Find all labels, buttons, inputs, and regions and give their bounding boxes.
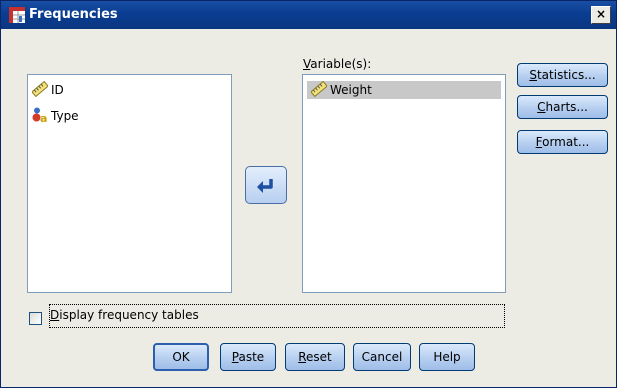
item-label: Weight xyxy=(330,83,372,97)
source-variable-list[interactable]: ID a Type xyxy=(27,74,232,293)
frequencies-app-icon xyxy=(9,7,25,23)
target-variable-list[interactable]: Weight xyxy=(302,74,506,293)
title-bar[interactable]: Frequencies × xyxy=(1,1,616,29)
display-frequency-tables-label[interactable]: Display frequency tables xyxy=(50,308,199,322)
list-item[interactable]: a Type xyxy=(32,107,79,125)
format-button[interactable]: Format... xyxy=(517,130,608,154)
item-label: Type xyxy=(51,109,79,123)
paste-button[interactable]: Paste xyxy=(220,343,276,371)
frequencies-dialog: Frequencies × ID a Type Variable(s): Wei… xyxy=(0,0,617,388)
cancel-button[interactable]: Cancel xyxy=(353,343,411,371)
help-button[interactable]: Help xyxy=(419,343,475,371)
list-item[interactable]: ID xyxy=(32,81,64,99)
ruler-scale-icon xyxy=(311,81,327,97)
svg-text:a: a xyxy=(40,112,47,123)
display-frequency-tables-checkbox[interactable] xyxy=(29,312,42,325)
dialog-title: Frequencies xyxy=(29,7,118,22)
close-button[interactable]: × xyxy=(591,6,611,24)
list-item[interactable]: Weight xyxy=(307,81,501,99)
item-label: ID xyxy=(51,83,64,97)
statistics-button[interactable]: Statistics... xyxy=(517,63,608,87)
ruler-scale-icon xyxy=(32,81,48,97)
charts-button[interactable]: Charts... xyxy=(517,95,608,119)
move-variable-button[interactable] xyxy=(245,166,287,204)
move-arrow-icon xyxy=(257,179,273,193)
variables-label: Variable(s): xyxy=(303,57,372,71)
close-icon: × xyxy=(595,7,607,21)
ok-button[interactable]: OK xyxy=(153,343,209,371)
nominal-variable-icon: a xyxy=(32,107,47,123)
reset-button[interactable]: Reset xyxy=(285,343,345,371)
